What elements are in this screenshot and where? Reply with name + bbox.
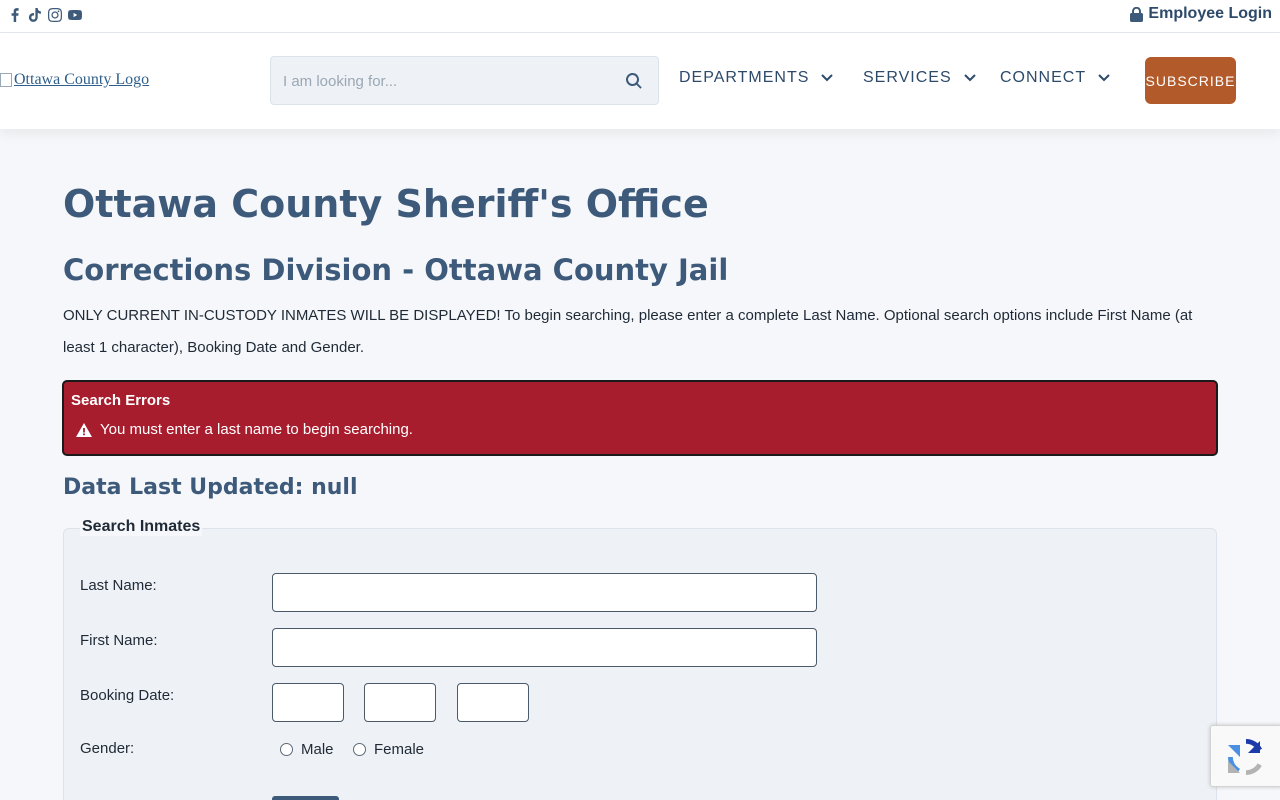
employee-login-link[interactable]: Employee Login xyxy=(1130,5,1272,23)
page-subtitle: Corrections Division - Ottawa County Jai… xyxy=(63,253,729,287)
lock-icon xyxy=(1130,6,1144,22)
gender-female-radio[interactable] xyxy=(353,743,366,756)
search-submit-button[interactable] xyxy=(272,796,339,800)
intro-text: ONLY CURRENT IN-CUSTODY INMATES WILL BE … xyxy=(63,307,1193,356)
form-legend: Search Inmates xyxy=(80,518,203,536)
search-icon[interactable] xyxy=(626,73,642,89)
search-error-alert: Search Errors You must enter a last name… xyxy=(62,380,1218,456)
first-name-input[interactable] xyxy=(272,628,817,667)
youtube-icon[interactable] xyxy=(67,6,83,24)
recaptcha-icon xyxy=(1228,739,1262,776)
tiktok-icon[interactable] xyxy=(27,6,43,24)
gender-female-label: Female xyxy=(374,741,425,758)
data-last-updated: Data Last Updated: null xyxy=(63,475,358,500)
nav-connect[interactable]: CONNECT xyxy=(1000,69,1110,87)
first-name-label: First Name: xyxy=(80,632,158,649)
page-title: Ottawa County Sheriff's Office xyxy=(63,182,709,226)
booking-date-year-input[interactable] xyxy=(457,683,529,722)
last-name-input[interactable] xyxy=(272,573,817,612)
employee-login-label: Employee Login xyxy=(1148,5,1272,22)
social-links xyxy=(7,6,83,24)
gender-label: Gender: xyxy=(80,740,135,757)
chevron-down-icon xyxy=(963,74,976,82)
last-name-label: Last Name: xyxy=(80,577,157,594)
error-message-row: You must enter a last name to begin sear… xyxy=(76,421,413,438)
site-logo[interactable]: Ottawa County Logo xyxy=(0,71,149,89)
nav-services-label: SERVICES xyxy=(863,69,952,86)
logo-alt-text: Ottawa County Logo xyxy=(14,71,150,88)
booking-date-day-input[interactable] xyxy=(364,683,436,722)
booking-date-month-input[interactable] xyxy=(272,683,344,722)
gender-male-radio[interactable] xyxy=(280,743,293,756)
chevron-down-icon xyxy=(821,74,834,82)
gender-male-option[interactable]: Male xyxy=(280,741,334,758)
search-input[interactable] xyxy=(283,69,613,93)
site-header: Ottawa County Logo DEPARTMENTS SERVICES … xyxy=(0,33,1280,129)
chevron-down-icon xyxy=(1098,74,1110,82)
gender-female-option[interactable]: Female xyxy=(353,741,424,758)
nav-services[interactable]: SERVICES xyxy=(863,69,976,87)
instagram-icon[interactable] xyxy=(47,6,63,24)
recaptcha-badge[interactable] xyxy=(1210,725,1280,787)
error-message: You must enter a last name to begin sear… xyxy=(100,421,413,438)
warning-icon xyxy=(76,422,92,437)
gender-male-label: Male xyxy=(301,741,334,758)
top-utility-bar: Employee Login xyxy=(0,0,1280,33)
broken-image-icon xyxy=(0,73,12,87)
facebook-icon[interactable] xyxy=(7,6,23,24)
nav-departments[interactable]: DEPARTMENTS xyxy=(679,69,834,87)
site-search xyxy=(270,56,659,105)
nav-connect-label: CONNECT xyxy=(1000,69,1087,86)
subscribe-button[interactable]: SUBSCRIBE xyxy=(1145,57,1236,104)
booking-date-label: Booking Date: xyxy=(80,687,175,704)
error-title: Search Errors xyxy=(71,392,171,409)
nav-departments-label: DEPARTMENTS xyxy=(679,69,810,86)
